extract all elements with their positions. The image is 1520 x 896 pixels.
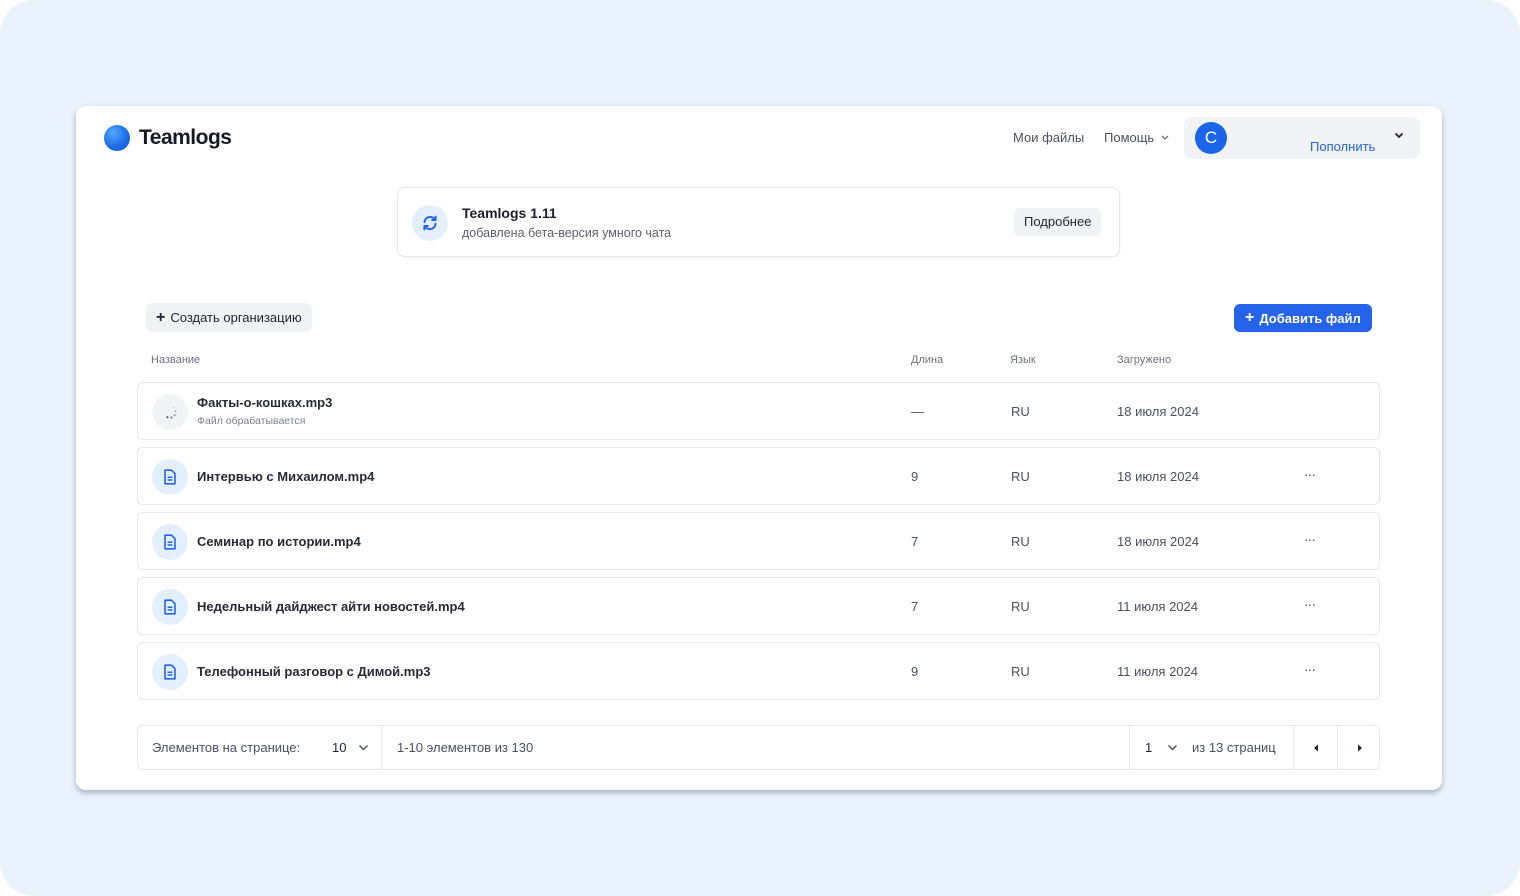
chevron-down-icon[interactable]: [358, 744, 369, 751]
document-icon: [152, 654, 188, 690]
row-more-icon[interactable]: ···: [1304, 531, 1316, 547]
divider: [1129, 726, 1130, 769]
chevron-down-icon[interactable]: [1167, 744, 1178, 751]
topup-link[interactable]: Пополнить: [1310, 139, 1375, 154]
caret-left-icon: [1313, 744, 1318, 751]
file-length: 7: [911, 599, 919, 614]
table-row[interactable]: Недельный дайджест айти новостей.mp4 7 R…: [137, 577, 1380, 635]
avatar[interactable]: С: [1195, 122, 1227, 154]
nav-my-files[interactable]: Мои файлы: [1013, 130, 1084, 145]
table-row[interactable]: Интервью с Михаилом.mp4 9 RU 18 июля 202…: [137, 447, 1380, 505]
file-name[interactable]: Факты-о-кошках.mp3: [197, 395, 332, 410]
file-uploaded-date: 18 июля 2024: [1117, 534, 1199, 549]
column-header-name: Название: [151, 354, 201, 366]
column-header-length: Длина: [911, 354, 944, 366]
file-length: —: [911, 404, 924, 419]
refresh-icon: [412, 205, 448, 241]
account-menu[interactable]: С Пополнить: [1184, 117, 1420, 159]
file-status: Файл обрабатывается: [197, 415, 306, 427]
chevron-down-icon[interactable]: [1394, 132, 1404, 139]
divider: [381, 726, 382, 769]
file-language: RU: [1011, 404, 1030, 419]
document-icon: [152, 589, 188, 625]
notice-more-button[interactable]: Подробнее: [1014, 208, 1102, 236]
column-header-language: Язык: [1010, 354, 1036, 366]
column-header-uploaded: Загружено: [1117, 354, 1172, 366]
file-name[interactable]: Интервью с Михаилом.mp4: [197, 469, 374, 484]
logo[interactable]: Teamlogs: [104, 125, 232, 151]
nav-help-menu[interactable]: Помощь: [1104, 130, 1169, 145]
items-range: 1-10 элементов из 130: [397, 740, 534, 755]
pagination-bar: Элементов на странице: 10 1-10 элементов…: [137, 725, 1380, 770]
file-uploaded-date: 11 июля 2024: [1117, 664, 1198, 679]
logo-mark-icon: [104, 125, 130, 151]
prev-page-button[interactable]: [1294, 726, 1337, 769]
row-more-icon[interactable]: ···: [1304, 596, 1316, 612]
table-row[interactable]: Факты-о-кошках.mp3 Файл обрабатывается —…: [137, 382, 1380, 440]
per-page-label: Элементов на странице:: [152, 740, 301, 755]
file-name[interactable]: Недельный дайджест айти новостей.mp4: [197, 599, 465, 614]
create-organization-label: Создать организацию: [170, 310, 302, 325]
file-length: 9: [911, 469, 919, 484]
file-language: RU: [1011, 534, 1030, 549]
nav-help-label: Помощь: [1104, 130, 1155, 145]
file-length: 7: [911, 534, 919, 549]
file-language: RU: [1011, 599, 1030, 614]
notice-title: Teamlogs 1.11: [462, 205, 557, 221]
page-select[interactable]: 1: [1145, 740, 1152, 755]
add-file-label: Добавить файл: [1259, 310, 1361, 326]
app-window: Teamlogs Мои файлы Помощь С Пополнить Te…: [76, 106, 1442, 790]
file-uploaded-date: 18 июля 2024: [1117, 469, 1199, 484]
per-page-select[interactable]: 10: [332, 740, 346, 755]
file-uploaded-date: 18 июля 2024: [1117, 404, 1199, 419]
chevron-down-icon: [1161, 135, 1169, 140]
add-file-button[interactable]: + Добавить файл: [1234, 304, 1372, 332]
total-pages: из 13 страниц: [1192, 740, 1276, 755]
caret-right-icon: [1357, 744, 1362, 751]
table-row[interactable]: Семинар по истории.mp4 7 RU 18 июля 2024…: [137, 512, 1380, 570]
file-name[interactable]: Телефонный разговор с Димой.mp3: [197, 664, 431, 679]
loading-spinner-icon: [152, 394, 188, 430]
plus-icon: +: [156, 308, 166, 326]
file-uploaded-date: 11 июля 2024: [1117, 599, 1198, 614]
file-language: RU: [1011, 664, 1030, 679]
table-row[interactable]: Телефонный разговор с Димой.mp3 9 RU 11 …: [137, 642, 1380, 700]
plus-icon: +: [1245, 309, 1255, 326]
row-more-icon[interactable]: ···: [1304, 466, 1316, 482]
notice-subtitle: добавлена бета-версия умного чата: [462, 226, 672, 240]
row-more-icon[interactable]: ···: [1304, 661, 1316, 677]
next-page-button[interactable]: [1338, 726, 1381, 769]
file-name[interactable]: Семинар по истории.mp4: [197, 534, 361, 549]
document-icon: [152, 524, 188, 560]
update-notice: Teamlogs 1.11 добавлена бета-версия умно…: [397, 187, 1120, 257]
file-length: 9: [911, 664, 919, 679]
document-icon: [152, 459, 188, 495]
file-language: RU: [1011, 469, 1030, 484]
create-organization-button[interactable]: + Создать организацию: [146, 303, 312, 332]
logo-text: Teamlogs: [139, 126, 232, 149]
